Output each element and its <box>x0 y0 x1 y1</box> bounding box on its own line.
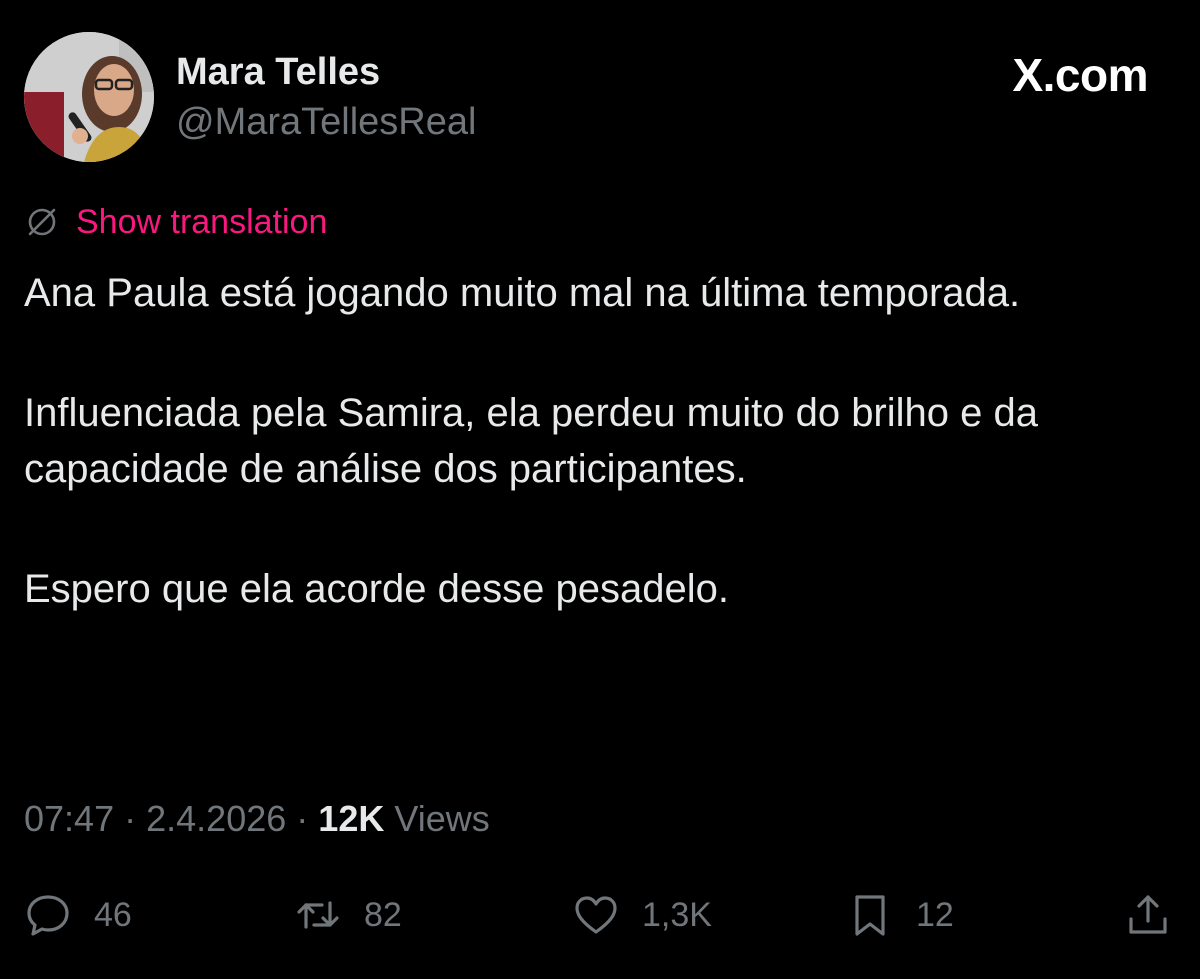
heart-icon <box>575 896 617 934</box>
show-translation[interactable]: Show translation <box>24 200 327 244</box>
tweet-time[interactable]: 07:47 <box>24 798 114 839</box>
share-button[interactable] <box>1124 885 1172 945</box>
views-label: Views <box>394 798 490 839</box>
bookmark-count: 12 <box>916 895 954 934</box>
reply-count: 46 <box>94 895 132 934</box>
repost-count: 82 <box>364 895 402 934</box>
tweet-paragraph: Ana Paula está jogando muito mal na últi… <box>24 271 1021 315</box>
like-count: 1,3K <box>642 895 712 934</box>
tweet-date[interactable]: 2.4.2026 <box>146 798 286 839</box>
repost-icon <box>297 901 339 929</box>
bookmark-button[interactable]: 12 <box>846 885 954 945</box>
reply-button[interactable]: 46 <box>24 885 132 945</box>
avatar[interactable] <box>24 32 154 162</box>
action-bar: 46 82 1,3K 12 <box>24 885 1172 945</box>
tweet-text: Ana Paula está jogando muito mal na últi… <box>24 265 1174 617</box>
tweet-paragraph: Influenciada pela Samira, ela perdeu mui… <box>24 391 1038 491</box>
share-icon <box>1129 895 1167 934</box>
show-translation-label[interactable]: Show translation <box>76 203 327 242</box>
tweet-meta: 07:47 · 2.4.2026 · 12K Views <box>24 796 490 842</box>
meta-separator: · <box>296 798 309 839</box>
display-name[interactable]: Mara Telles <box>176 50 476 94</box>
tweet-paragraph: Espero que ela acorde desse pesadelo. <box>24 567 729 611</box>
handle[interactable]: @MaraTellesReal <box>176 100 476 144</box>
views-count: 12K <box>318 798 385 839</box>
reply-icon <box>27 895 69 936</box>
like-button[interactable]: 1,3K <box>572 885 712 945</box>
avatar-photo <box>24 32 154 162</box>
globe-icon <box>28 208 56 236</box>
tweet-header: Mara Telles @MaraTellesReal X.com <box>24 32 1176 162</box>
author-info: Mara Telles @MaraTellesReal <box>176 50 476 144</box>
meta-separator: · <box>124 798 137 839</box>
bookmark-icon <box>855 895 885 936</box>
repost-button[interactable]: 82 <box>294 885 402 945</box>
brand-label: X.com <box>1012 49 1148 101</box>
